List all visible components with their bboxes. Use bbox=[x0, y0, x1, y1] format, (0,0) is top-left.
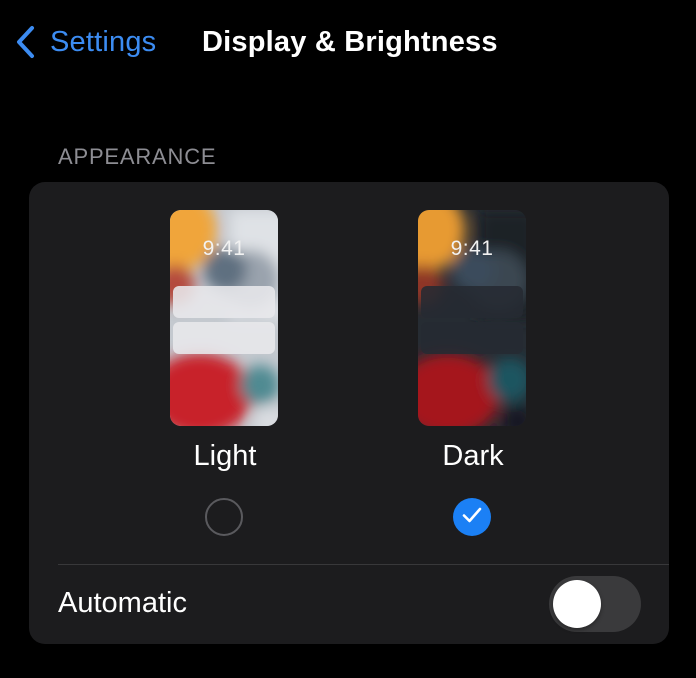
preview-notification bbox=[421, 322, 523, 354]
appearance-option-label: Light bbox=[193, 440, 257, 472]
toggle-knob bbox=[553, 580, 601, 628]
chevron-left-icon bbox=[12, 22, 40, 62]
back-button[interactable]: Settings bbox=[12, 22, 156, 62]
preview-notification bbox=[173, 322, 275, 354]
automatic-toggle[interactable] bbox=[549, 576, 641, 632]
appearance-option-light[interactable]: 9:41 Light bbox=[155, 182, 295, 562]
section-header-appearance: APPEARANCE bbox=[58, 144, 217, 169]
light-mode-preview: 9:41 bbox=[170, 210, 278, 426]
appearance-option-dark[interactable]: 9:41 Dark bbox=[403, 182, 543, 562]
automatic-label: Automatic bbox=[58, 587, 187, 619]
page-title: Display & Brightness bbox=[202, 26, 498, 58]
display-brightness-screen: Settings Display & Brightness APPEARANCE bbox=[0, 0, 696, 678]
appearance-card: 9:41 Light 9:41 Dark Automatic bbox=[29, 182, 669, 644]
preview-notification bbox=[173, 286, 275, 318]
back-button-label: Settings bbox=[50, 25, 157, 58]
preview-time: 9:41 bbox=[202, 237, 246, 260]
preview-time: 9:41 bbox=[450, 237, 494, 260]
dark-radio-button[interactable] bbox=[453, 498, 491, 536]
automatic-row: Automatic bbox=[29, 565, 669, 644]
appearance-option-label: Dark bbox=[442, 440, 504, 472]
checkmark-icon bbox=[462, 507, 482, 528]
navigation-bar: Settings Display & Brightness bbox=[0, 0, 696, 90]
preview-notification bbox=[421, 286, 523, 318]
light-radio-button[interactable] bbox=[205, 498, 243, 536]
dark-mode-preview: 9:41 bbox=[418, 210, 526, 426]
